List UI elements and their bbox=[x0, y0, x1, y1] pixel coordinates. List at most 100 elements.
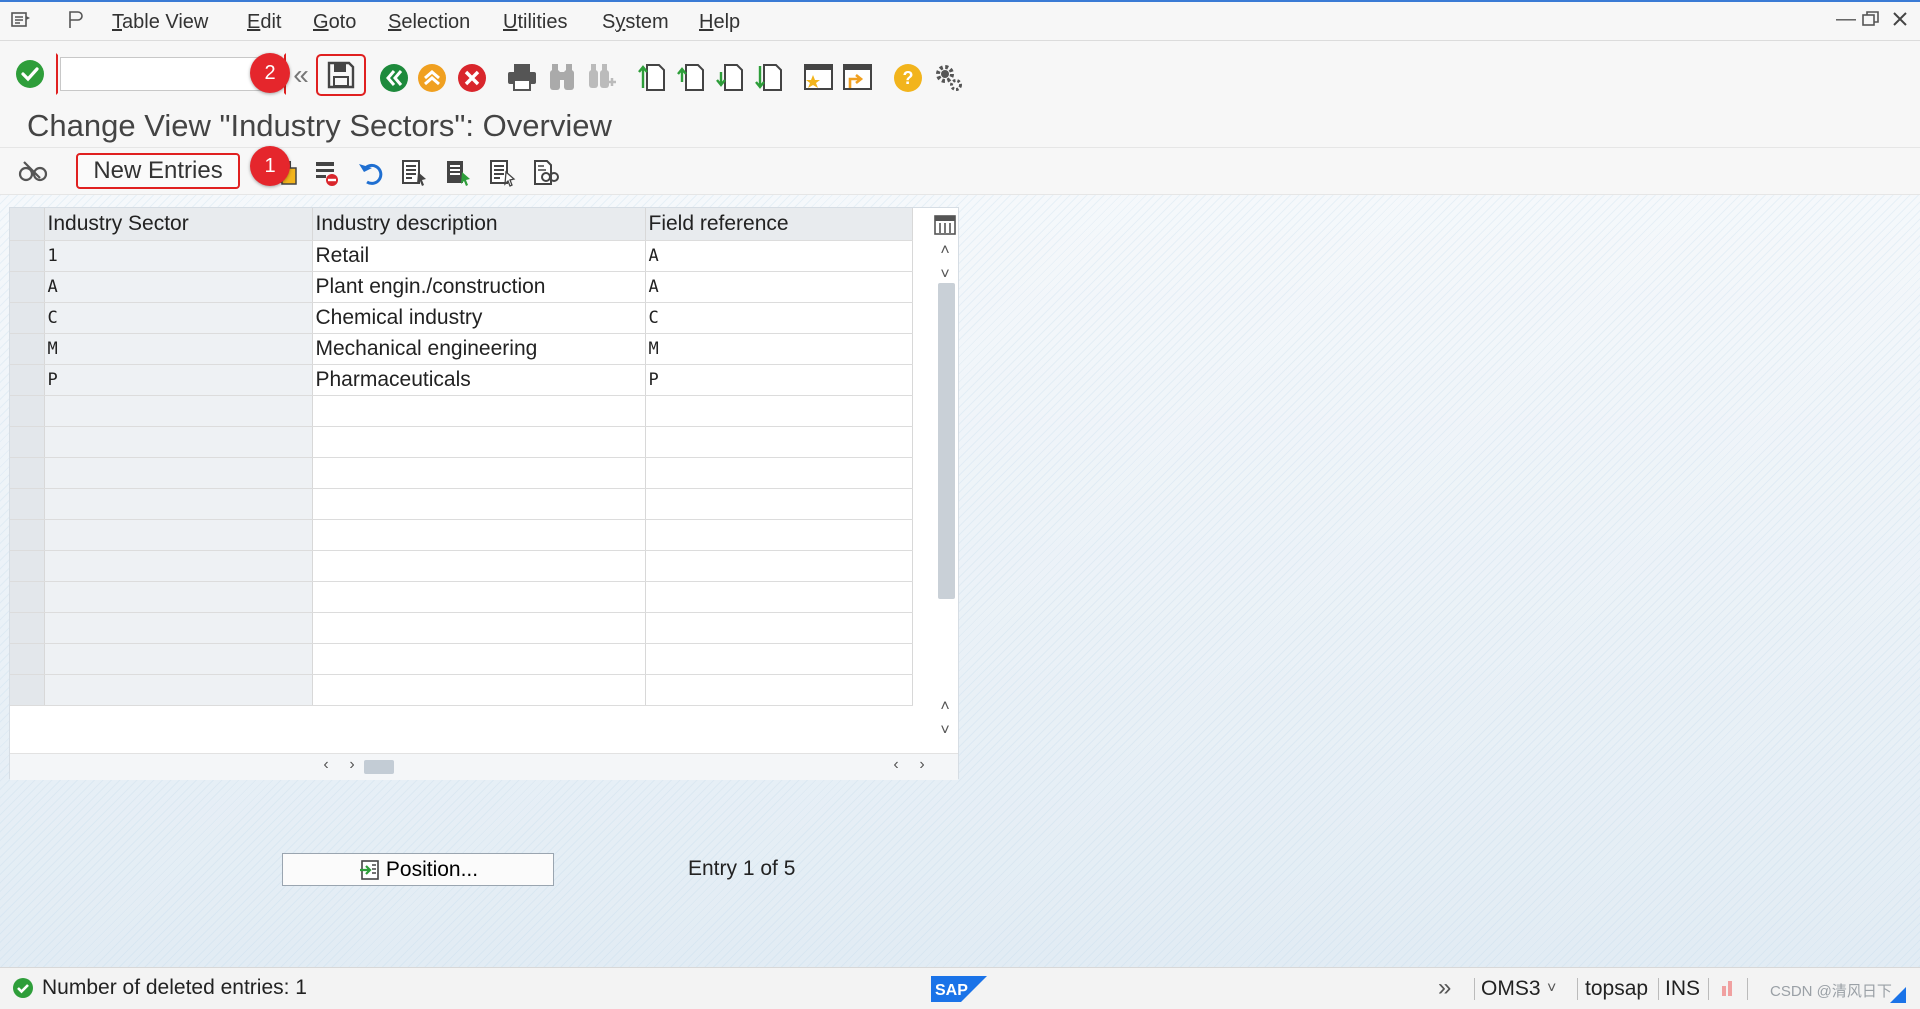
field-reference-cell[interactable]: A bbox=[645, 271, 913, 303]
display-change-glasses-icon[interactable] bbox=[17, 154, 51, 188]
position-button[interactable]: Position... bbox=[282, 853, 554, 886]
new-entries-button[interactable]: New Entries bbox=[76, 153, 240, 189]
table-row[interactable] bbox=[10, 643, 913, 675]
column-header-field-reference[interactable]: Field reference bbox=[645, 208, 913, 241]
industry-description-cell[interactable]: Retail bbox=[312, 240, 646, 272]
column-header-industry-sector[interactable]: Industry Sector bbox=[44, 208, 313, 241]
industry-description-cell[interactable] bbox=[312, 612, 646, 644]
back-icon[interactable] bbox=[377, 61, 411, 95]
table-row[interactable] bbox=[10, 581, 913, 613]
menu-edit[interactable]: Edit bbox=[247, 11, 281, 34]
field-reference-cell[interactable] bbox=[645, 395, 913, 427]
industry-sector-cell[interactable] bbox=[44, 674, 313, 706]
deselect-all-icon[interactable] bbox=[486, 156, 520, 190]
field-reference-cell[interactable]: A bbox=[645, 240, 913, 272]
table-row[interactable]: M Mechanical engineering M bbox=[10, 333, 913, 365]
field-reference-cell[interactable] bbox=[645, 643, 913, 675]
table-row[interactable] bbox=[10, 674, 913, 706]
row-selector[interactable] bbox=[10, 674, 45, 706]
industry-description-cell[interactable]: Pharmaceuticals bbox=[312, 364, 646, 396]
create-session-icon[interactable] bbox=[802, 60, 836, 94]
exit-icon[interactable] bbox=[415, 61, 449, 95]
undo-change-icon[interactable] bbox=[354, 156, 388, 190]
page-up-icon[interactable]: ˅ bbox=[935, 266, 955, 284]
settings-gear-icon[interactable] bbox=[931, 60, 965, 94]
cancel-icon[interactable] bbox=[455, 61, 489, 95]
industry-description-cell[interactable]: Plant engin./construction bbox=[312, 271, 646, 303]
last-page-icon[interactable] bbox=[752, 60, 786, 94]
first-page-icon[interactable] bbox=[635, 60, 669, 94]
delete-row-icon[interactable] bbox=[310, 156, 344, 190]
column-scroll-right-icon[interactable]: › bbox=[912, 756, 932, 774]
industry-description-cell[interactable] bbox=[312, 550, 646, 582]
print-icon[interactable] bbox=[505, 60, 539, 94]
menu-selection[interactable]: Selection bbox=[388, 11, 470, 34]
industry-description-cell[interactable] bbox=[312, 519, 646, 551]
row-selector[interactable] bbox=[10, 271, 45, 303]
row-selector[interactable] bbox=[10, 488, 45, 520]
industry-sector-cell[interactable]: P bbox=[44, 364, 313, 396]
table-row[interactable]: P Pharmaceuticals P bbox=[10, 364, 913, 396]
select-all-icon[interactable] bbox=[398, 156, 432, 190]
field-reference-cell[interactable] bbox=[645, 519, 913, 551]
industry-sector-cell[interactable] bbox=[44, 519, 313, 551]
scroll-up-icon[interactable]: ˄ bbox=[935, 242, 955, 260]
scroll-left-icon[interactable]: ‹ bbox=[316, 756, 336, 774]
industry-description-cell[interactable] bbox=[312, 488, 646, 520]
generate-shortcut-icon[interactable] bbox=[841, 60, 875, 94]
industry-sector-cell[interactable] bbox=[44, 426, 313, 458]
restore-icon[interactable] bbox=[1862, 10, 1880, 33]
select-all-cell[interactable] bbox=[10, 208, 45, 241]
menu-system[interactable]: System bbox=[602, 11, 669, 34]
system-id[interactable]: OMS3 bbox=[1481, 977, 1541, 1001]
table-row[interactable]: 1 Retail A bbox=[10, 240, 913, 272]
print-field-list-icon[interactable] bbox=[530, 156, 564, 190]
resize-grip-icon[interactable] bbox=[1889, 986, 1907, 1009]
table-row[interactable] bbox=[10, 519, 913, 551]
menu-goto[interactable]: Goto bbox=[313, 11, 356, 34]
page-down-up-icon[interactable]: ˄ bbox=[935, 698, 955, 716]
menu-help[interactable]: Help bbox=[699, 11, 740, 34]
industry-description-cell[interactable] bbox=[312, 581, 646, 613]
row-selector[interactable] bbox=[10, 426, 45, 458]
next-page-icon[interactable] bbox=[713, 60, 747, 94]
close-window-icon[interactable] bbox=[1892, 10, 1908, 33]
industry-description-cell[interactable]: Chemical industry bbox=[312, 302, 646, 334]
scroll-thumb[interactable] bbox=[938, 283, 955, 599]
industry-description-cell[interactable] bbox=[312, 395, 646, 427]
vertical-scrollbar[interactable]: ˄ ˅ ˄ ˅ bbox=[933, 242, 957, 748]
row-selector[interactable] bbox=[10, 643, 45, 675]
pin-icon[interactable] bbox=[64, 10, 86, 30]
row-selector[interactable] bbox=[10, 395, 45, 427]
table-row[interactable] bbox=[10, 488, 913, 520]
industry-sector-cell[interactable]: 1 bbox=[44, 240, 313, 272]
select-block-icon[interactable] bbox=[442, 156, 476, 190]
field-reference-cell[interactable]: P bbox=[645, 364, 913, 396]
industry-sector-cell[interactable]: A bbox=[44, 271, 313, 303]
system-dropdown-chevron-icon[interactable]: ˅ bbox=[1547, 980, 1556, 998]
row-selector[interactable] bbox=[10, 612, 45, 644]
row-selector[interactable] bbox=[10, 302, 45, 334]
find-icon[interactable] bbox=[545, 60, 579, 94]
menu-icon[interactable] bbox=[10, 10, 32, 30]
table-row[interactable] bbox=[10, 457, 913, 489]
row-selector[interactable] bbox=[10, 364, 45, 396]
industry-sector-cell[interactable] bbox=[44, 457, 313, 489]
industry-sector-cell[interactable] bbox=[44, 581, 313, 613]
enter-check-icon[interactable] bbox=[13, 57, 47, 91]
field-reference-cell[interactable]: C bbox=[645, 302, 913, 334]
row-selector[interactable] bbox=[10, 457, 45, 489]
field-reference-cell[interactable] bbox=[645, 550, 913, 582]
field-reference-cell[interactable] bbox=[645, 612, 913, 644]
find-next-icon[interactable] bbox=[584, 60, 618, 94]
field-reference-cell[interactable] bbox=[645, 426, 913, 458]
row-selector[interactable] bbox=[10, 550, 45, 582]
industry-sector-cell[interactable] bbox=[44, 550, 313, 582]
table-row[interactable] bbox=[10, 550, 913, 582]
industry-description-cell[interactable] bbox=[312, 674, 646, 706]
industry-sector-cell[interactable] bbox=[44, 643, 313, 675]
command-field[interactable] bbox=[60, 57, 278, 91]
industry-description-cell[interactable] bbox=[312, 426, 646, 458]
table-row[interactable]: C Chemical industry C bbox=[10, 302, 913, 334]
industry-sector-cell[interactable] bbox=[44, 488, 313, 520]
